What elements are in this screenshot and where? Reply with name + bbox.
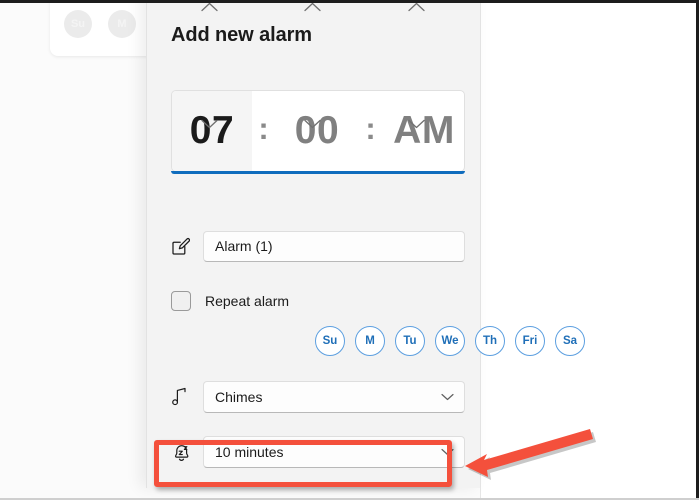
chevron-down-icon [200,119,218,129]
pane-divider [480,3,481,498]
alarm-sound-value: Chimes [215,388,263,405]
chevron-down-icon [303,119,321,129]
repeat-alarm-checkbox[interactable] [171,291,191,311]
time-decrement-row [147,113,441,135]
background-day-chip: Su [64,10,92,38]
window-top-border [0,0,699,3]
day-toggle-su[interactable]: Su [315,326,345,356]
repeat-alarm-row[interactable]: Repeat alarm [171,289,465,313]
chevron-up-icon [200,2,218,12]
time-picker-focus-underline [171,171,465,174]
repeat-days-row: Su M Tu We Th Fri Sa [315,326,615,358]
repeat-alarm-label: Repeat alarm [205,293,290,309]
day-toggle-sa[interactable]: Sa [555,326,585,356]
alarm-name-row: Alarm (1) [171,230,465,262]
day-toggle-we[interactable]: We [435,326,465,356]
chevron-down-icon [441,393,454,401]
alarm-sound-dropdown[interactable]: Chimes [203,380,465,413]
page-title: Add new alarm [171,24,312,46]
minute-decrement-button[interactable] [292,113,332,135]
alarm-sound-row: Chimes [171,380,465,413]
background-day-chip: M [108,10,136,38]
music-note-icon [171,387,203,406]
chevron-up-icon [407,2,425,12]
screenshot-root: Su M Add new alarm 07: 00: AM Alarm (1… [0,0,699,500]
hour-decrement-button[interactable] [189,113,229,135]
right-content-pane [481,3,696,498]
day-toggle-th[interactable]: Th [475,326,505,356]
add-new-alarm-panel: Add new alarm 07 : 00: AM Alarm (1) Rep… [146,0,585,488]
annotation-highlight-box [154,440,452,487]
chevron-up-icon [303,2,321,12]
chevron-down-icon [407,119,425,129]
day-toggle-m[interactable]: M [355,326,385,356]
day-toggle-tu[interactable]: Tu [395,326,425,356]
meridiem-decrement-button[interactable] [396,113,436,135]
day-toggle-fri[interactable]: Fri [515,326,545,356]
edit-pencil-icon [171,237,203,256]
alarm-name-input[interactable]: Alarm (1) [203,230,465,262]
